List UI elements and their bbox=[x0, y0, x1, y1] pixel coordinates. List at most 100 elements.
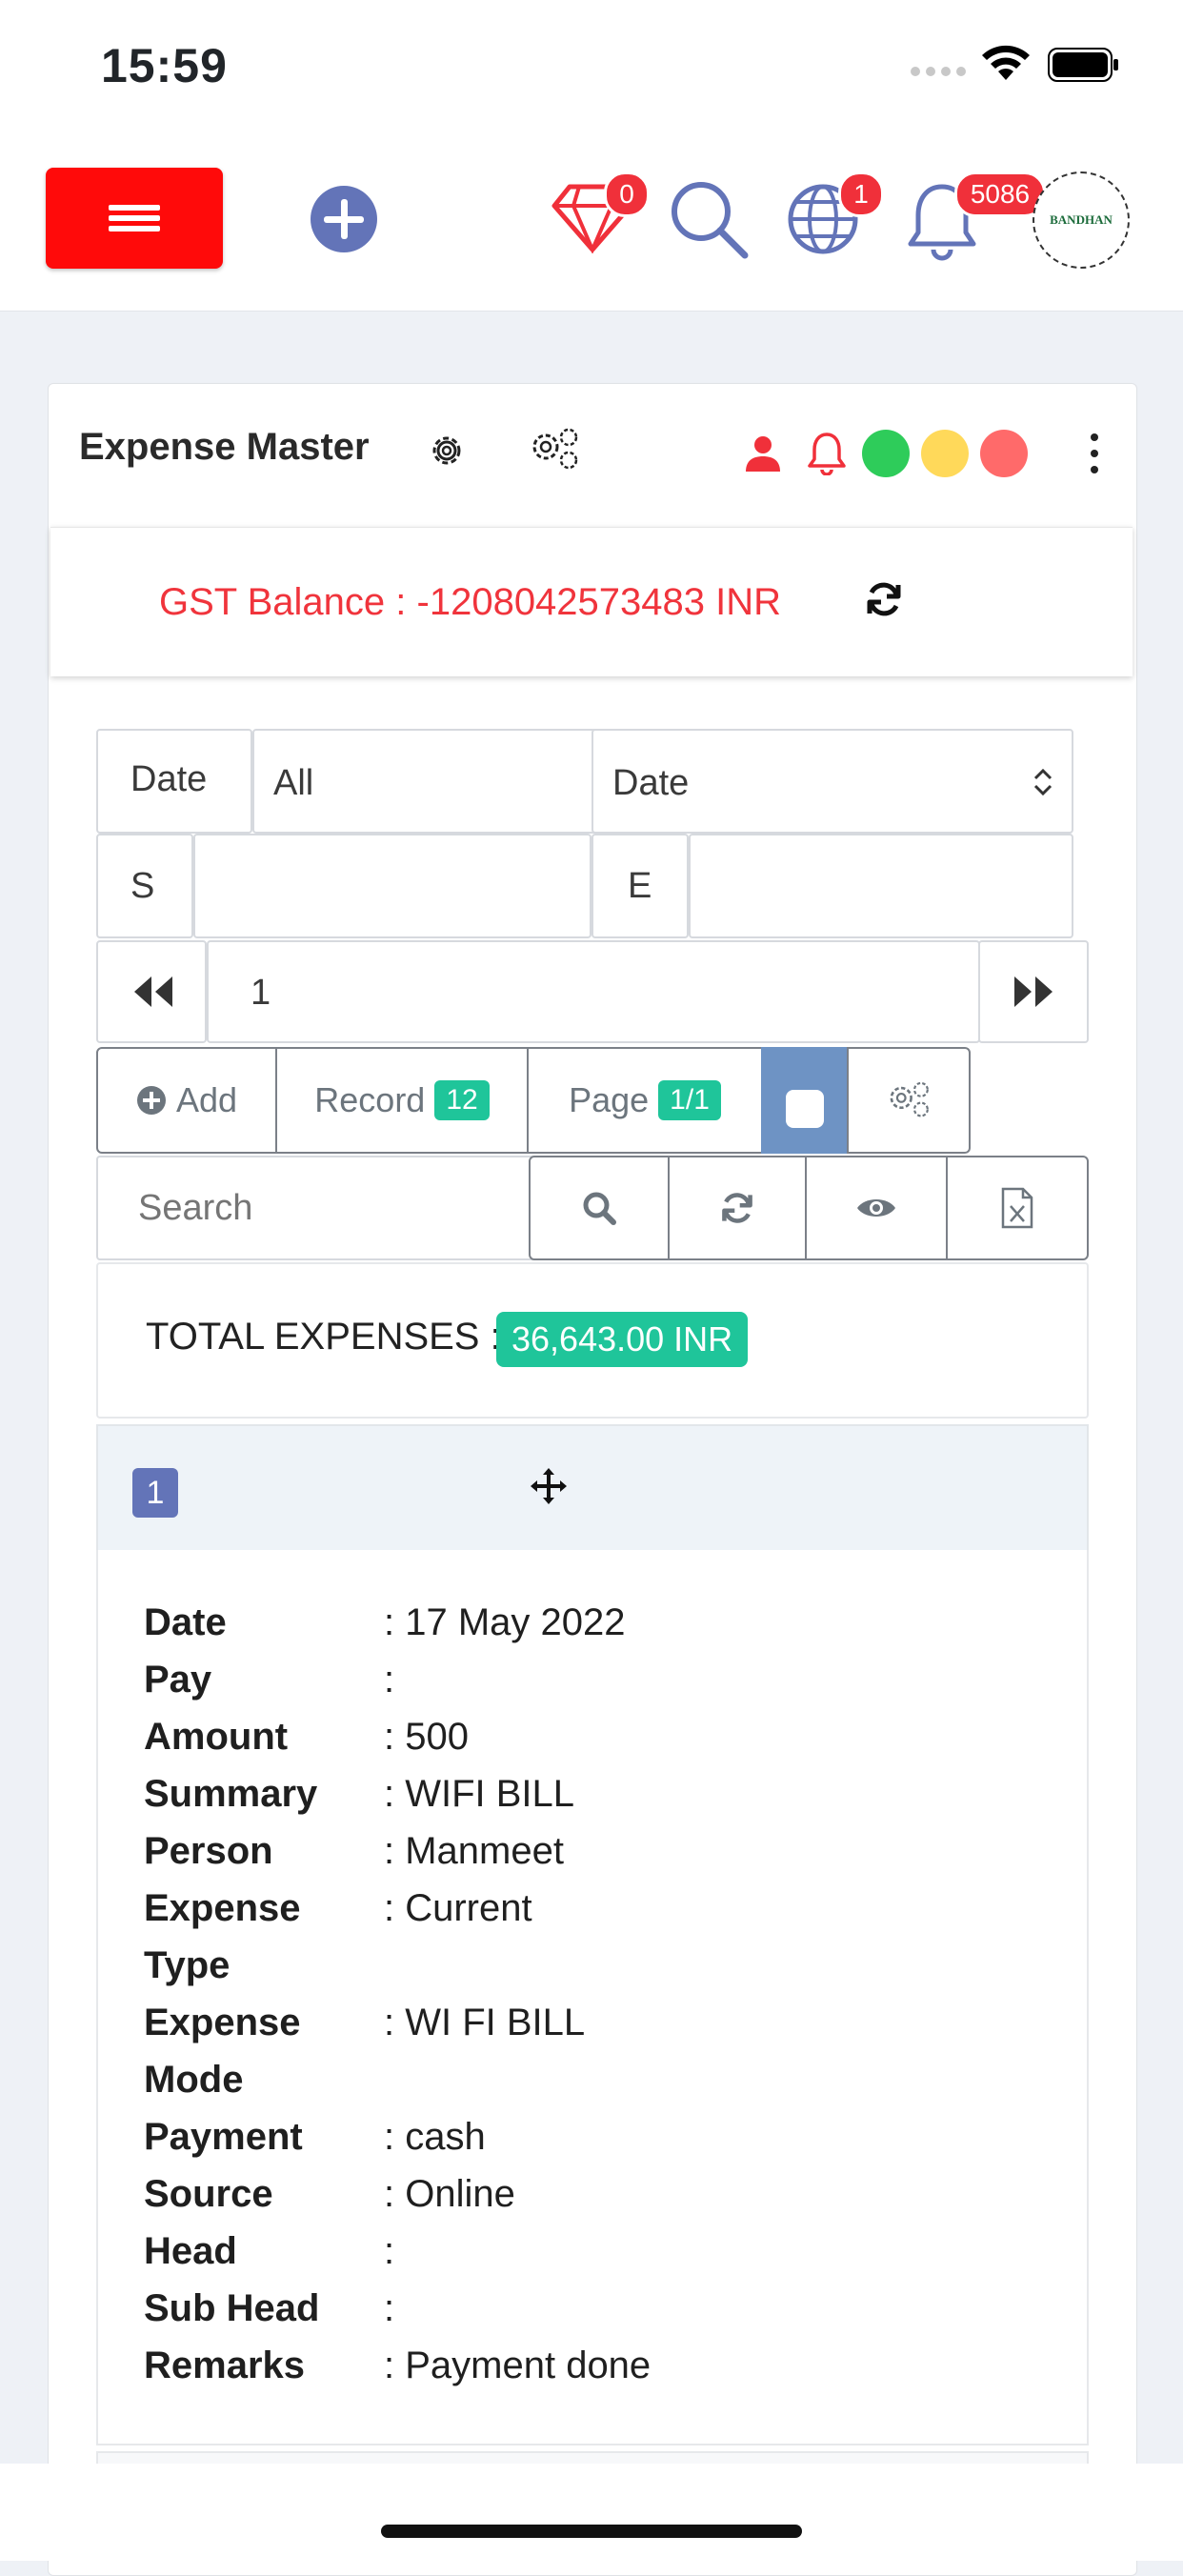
field-value: : 17 May 2022 bbox=[384, 1601, 626, 1643]
field-key: Expense Mode bbox=[144, 2002, 301, 2101]
field-value: : Current bbox=[384, 1887, 532, 1929]
field-key: Payment bbox=[144, 2116, 303, 2158]
double-left-arrow-icon bbox=[134, 976, 172, 1007]
field-value: : Manmeet bbox=[384, 1830, 564, 1872]
gst-balance-bar: GST Balance : -1208042573483 INR bbox=[50, 527, 1133, 676]
page-label: Page bbox=[569, 1080, 650, 1119]
field-key: Amount bbox=[144, 1716, 289, 1758]
start-label: S bbox=[130, 866, 155, 906]
next-page-button[interactable] bbox=[978, 940, 1089, 1043]
alert-bell-icon[interactable] bbox=[807, 430, 847, 475]
page-value-badge: 1/1 bbox=[658, 1080, 721, 1120]
plus-circle-icon bbox=[136, 1086, 166, 1115]
gear-icon[interactable] bbox=[426, 430, 468, 472]
field-value: : WI FI BILL bbox=[384, 2002, 586, 2043]
eye-icon bbox=[857, 1199, 895, 1217]
field-value: : bbox=[384, 1659, 395, 1701]
add-button[interactable]: Add bbox=[96, 1047, 277, 1154]
page-title: Expense Master bbox=[79, 426, 370, 468]
app-header: 0 1 5086 BANDHAN bbox=[0, 133, 1183, 312]
select-arrows-icon bbox=[1033, 768, 1053, 796]
reload-button[interactable] bbox=[668, 1156, 807, 1260]
gears-icon[interactable] bbox=[527, 426, 582, 473]
start-date-input[interactable] bbox=[193, 834, 592, 938]
record-label: Record bbox=[314, 1080, 426, 1119]
add-circle-button[interactable] bbox=[311, 186, 377, 252]
date-range-value: All bbox=[273, 763, 314, 803]
field-value: : Online bbox=[384, 2173, 515, 2215]
record-detail: Date : 17 May 2022 Pay : Amount : 500 Su… bbox=[96, 1550, 1089, 2445]
field-key: Head bbox=[144, 2230, 237, 2272]
field-value: : bbox=[384, 2287, 395, 2329]
field-key: Source bbox=[144, 2173, 273, 2215]
start-label-box: S bbox=[96, 834, 193, 938]
date-field-select[interactable]: Date bbox=[592, 729, 1073, 834]
more-options-icon[interactable] bbox=[1091, 433, 1098, 482]
hamburger-icon bbox=[109, 200, 160, 236]
avatar[interactable]: BANDHAN bbox=[1033, 171, 1130, 269]
field-value: : bbox=[384, 2230, 395, 2272]
select-all-checkbox[interactable] bbox=[786, 1090, 824, 1128]
status-time: 15:59 bbox=[101, 39, 228, 92]
page-number-value: 1 bbox=[251, 973, 271, 1013]
total-expenses-label: TOTAL EXPENSES : bbox=[146, 1316, 501, 1358]
double-right-arrow-icon bbox=[1014, 976, 1053, 1007]
select-all-toggle[interactable] bbox=[761, 1047, 849, 1154]
status-dot-red[interactable] bbox=[980, 430, 1028, 477]
field-value: : cash bbox=[384, 2116, 486, 2158]
page-info-button[interactable]: Page 1/1 bbox=[527, 1047, 763, 1154]
excel-file-icon bbox=[1001, 1187, 1033, 1229]
field-key: Person bbox=[144, 1830, 273, 1872]
home-indicator-area bbox=[0, 2464, 1183, 2561]
prev-page-button[interactable] bbox=[96, 940, 207, 1043]
end-date-input[interactable] bbox=[689, 834, 1073, 938]
search-icon[interactable] bbox=[667, 177, 751, 261]
total-expenses-value: 36,643.00 INR bbox=[496, 1312, 749, 1367]
field-value: : Payment done bbox=[384, 2345, 652, 2386]
field-key: Remarks bbox=[144, 2345, 306, 2386]
home-indicator[interactable] bbox=[381, 2525, 802, 2538]
date-range-select[interactable]: All bbox=[252, 729, 639, 834]
avatar-logo-text: BANDHAN bbox=[1050, 212, 1113, 227]
end-label: E bbox=[628, 866, 652, 906]
gst-balance: GST Balance : -1208042573483 INR bbox=[159, 581, 782, 623]
view-button[interactable] bbox=[805, 1156, 948, 1260]
field-key: Summary bbox=[144, 1773, 318, 1815]
date-label-box: Date bbox=[96, 729, 252, 834]
move-icon[interactable] bbox=[529, 1466, 569, 1506]
page-number-input[interactable]: 1 bbox=[207, 940, 980, 1043]
column-settings-button[interactable] bbox=[847, 1047, 971, 1154]
status-bar: 15:59 bbox=[0, 0, 1183, 133]
battery-icon bbox=[1048, 48, 1118, 82]
record-header: 1 bbox=[96, 1424, 1089, 1552]
date-label: Date bbox=[130, 759, 208, 799]
end-label-box: E bbox=[592, 834, 689, 938]
expense-master-card: Expense Master GST Balance : -1208042573… bbox=[48, 383, 1137, 2576]
refresh-icon bbox=[722, 1193, 752, 1223]
date-field-value: Date bbox=[612, 763, 690, 803]
field-key: Expense Type bbox=[144, 1887, 301, 1986]
record-count-button[interactable]: Record 12 bbox=[275, 1047, 529, 1154]
gears-icon bbox=[890, 1081, 929, 1117]
user-icon[interactable] bbox=[744, 433, 782, 473]
status-dot-yellow[interactable] bbox=[921, 430, 969, 477]
total-expenses-panel: TOTAL EXPENSES : 36,643.00 INR bbox=[96, 1262, 1089, 1419]
export-excel-button[interactable] bbox=[946, 1156, 1089, 1260]
status-dot-green[interactable] bbox=[862, 430, 910, 477]
notification-badge: 5086 bbox=[954, 171, 1046, 217]
search-input[interactable] bbox=[96, 1156, 578, 1260]
signal-icon bbox=[911, 67, 966, 80]
field-key: Pay bbox=[144, 1659, 212, 1701]
record-index-badge: 1 bbox=[132, 1468, 178, 1518]
wifi-icon bbox=[982, 45, 1030, 80]
refresh-icon[interactable] bbox=[864, 579, 904, 619]
record-count-badge: 12 bbox=[434, 1080, 490, 1120]
add-label: Add bbox=[175, 1080, 238, 1119]
field-value: : 500 bbox=[384, 1716, 469, 1758]
menu-button[interactable] bbox=[46, 168, 223, 269]
globe-badge: 1 bbox=[838, 171, 884, 217]
field-value: : WIFI BILL bbox=[384, 1773, 575, 1815]
field-key: Sub Head bbox=[144, 2287, 320, 2329]
search-icon bbox=[583, 1192, 616, 1225]
search-button[interactable] bbox=[529, 1156, 670, 1260]
